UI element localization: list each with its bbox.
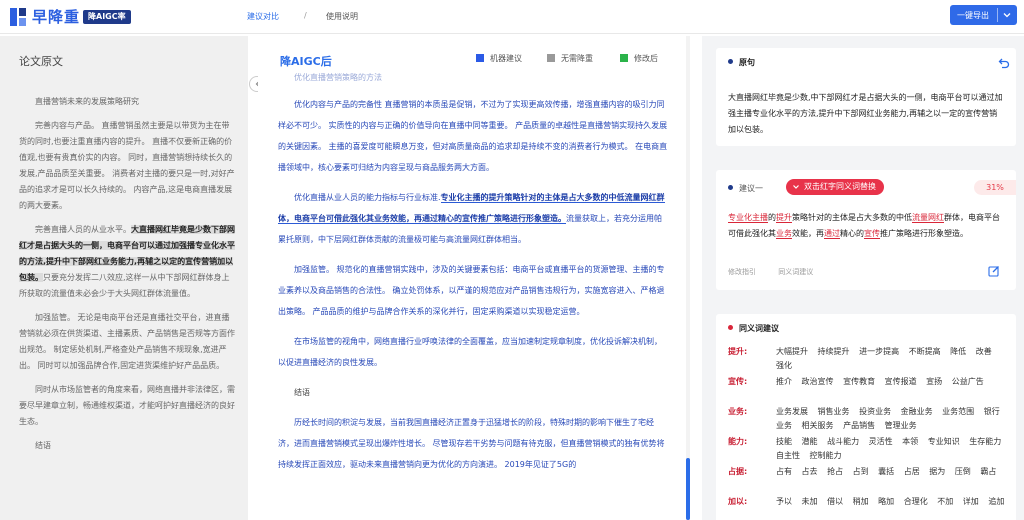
bullet-dot xyxy=(728,185,733,190)
rewritten-text: 优化直播营销策略的方法 优化内容与产品的完备性 直播营销的本质虽是促销，不过为了… xyxy=(278,72,668,484)
suggestion-text-segment: 效能，再 xyxy=(792,229,824,238)
rewritten-paragraph: 优化直播从业人员的能力指标与行业标准.专业化主播的提升策略针对的主体是占大多数的… xyxy=(278,187,668,250)
scrollbar-track[interactable] xyxy=(686,36,690,520)
rewritten-paragraph: 加强监管。 规范化的直播营销实践中，涉及的关键要素包括：电商平台或直播平台的货源… xyxy=(278,265,665,316)
replaceable-word[interactable]: 流量网红 xyxy=(912,213,944,223)
original-heading: 直播营销未来的发展策略研究 xyxy=(35,97,139,106)
synonym-options[interactable]: 推介 政治宣传 宣传教育 宣传报道 宣扬 公益广告 xyxy=(776,375,1006,389)
rewritten-paragraph: 优化直播营销策略的方法 xyxy=(294,73,382,82)
export-divider xyxy=(997,8,998,22)
legend-label: 机器建议 xyxy=(490,54,522,63)
edit-guide-link[interactable]: 修改指引 xyxy=(728,268,756,276)
rewritten-paragraph: 历经长时间的积淀与发展，当前我国直播经济正置身于迅猛增长的阶段，特殊时期的影响下… xyxy=(278,418,665,469)
original-text-segment: 完善直播人员的从业水平。 xyxy=(35,225,131,234)
synonym-card: 同义词建议 提升: 大幅提升 持续提升 进一步提高 不断提高 降低 改善 强化 … xyxy=(716,314,1016,520)
edit-icon[interactable] xyxy=(988,265,1000,277)
logo-icon xyxy=(10,8,26,26)
synonym-options[interactable]: 业务发展 销售业务 投资业务 金融业务 业务范围 银行业务 相关服务 产品销售 … xyxy=(776,405,1006,433)
legend-modified: 修改后 xyxy=(620,53,658,64)
nav-separator: / xyxy=(304,11,307,20)
original-paragraph: 同时从市场监管者的角度来看，网络直播并非法律区，需要尽早建章立制，畅通维权渠道，… xyxy=(19,385,235,426)
synonym-key: 加以: xyxy=(728,497,748,506)
original-panel: 论文原文 直播营销未来的发展策略研究 完善内容与产品。 直播营销虽然主要是以带货… xyxy=(0,36,248,520)
synonym-key: 提升: xyxy=(728,347,748,356)
synonym-hint-pill: 双击红字同义词替换 xyxy=(786,179,884,195)
synonym-key: 占据: xyxy=(728,467,748,476)
bullet-dot xyxy=(728,325,733,330)
nav-help[interactable]: 使用说明 xyxy=(326,11,358,22)
logo-badge: 降AIGC率 xyxy=(83,10,131,24)
synonym-title: 同义词建议 xyxy=(728,323,779,334)
scrollbar-thumb[interactable] xyxy=(686,458,690,520)
export-button[interactable]: 一键导出 xyxy=(950,5,1017,25)
legend-no-change: 无需降重 xyxy=(547,53,593,64)
replaceable-word[interactable]: 提升 xyxy=(776,213,792,223)
synonym-key: 业务: xyxy=(728,407,748,416)
original-paragraph: 完善直播人员的从业水平。大直播网红毕竟是少数下部网红才是占据大头的一侧，电商平台… xyxy=(19,222,237,302)
legend-swatch xyxy=(620,54,628,62)
rewritten-panel: 降AIGC后 机器建议 无需降重 修改后 优化直播营销策略的方法 优化内容与产品… xyxy=(258,36,694,520)
suggestion-text-segment: 精心的 xyxy=(840,229,864,238)
original-title: 论文原文 xyxy=(19,55,63,68)
rewritten-paragraph: 在市场监管的视角中，网络直播行业呼唤法律的全面覆盖，应当加速制定规章制度，优化投… xyxy=(278,337,662,367)
original-paragraph: 结语 xyxy=(35,441,51,450)
logo-text: 早降重 xyxy=(32,8,81,26)
rewritten-paragraph: 结语 xyxy=(294,388,310,397)
replaceable-word[interactable]: 业务 xyxy=(776,229,792,239)
suggestion-text: 专业化主播的提升策略针对的主体是占大多数的中低流量网红群体，电商平台可借此强化其… xyxy=(728,210,1004,242)
legend-label: 无需降重 xyxy=(561,54,593,63)
suggestion-text-segment: 推广策略进行形象塑造。 xyxy=(880,229,968,238)
original-paragraph: 完善内容与产品。 直播营销虽然主要是以带货为主在带货的同时,也要注重直播内容的提… xyxy=(19,121,235,210)
replaceable-word[interactable]: 专业化主播 xyxy=(728,213,768,223)
original-sentence-card: 原句 大直播网红毕竟是少数,中下部网红才是占据大头的一侧，电商平台可以通过加强主… xyxy=(716,48,1016,146)
replaceable-word[interactable]: 通过 xyxy=(824,229,840,239)
legend-swatch xyxy=(547,54,555,62)
suggestion-label: 建议一 xyxy=(728,183,763,194)
legend-label: 修改后 xyxy=(634,54,658,63)
synonym-options[interactable]: 占有 占去 抢占 占到 囊括 占居 据为 压倒 霸占 xyxy=(776,465,1006,479)
synonym-key: 宣传: xyxy=(728,377,748,386)
similarity-percentage: 31% xyxy=(974,180,1016,195)
synonym-options[interactable]: 大幅提升 持续提升 进一步提高 不断提高 降低 改善 强化 xyxy=(776,345,1006,373)
replaceable-word[interactable]: 宣传 xyxy=(864,229,880,239)
undo-icon[interactable] xyxy=(998,57,1010,69)
synonym-key: 能力: xyxy=(728,437,748,446)
original-text: 直播营销未来的发展策略研究 完善内容与产品。 直播营销虽然主要是以带货为主在带货… xyxy=(19,94,237,462)
suggestion-panel: 原句 大直播网红毕竟是少数,中下部网红才是占据大头的一侧，电商平台可以通过加强主… xyxy=(702,36,1024,520)
rewritten-title: 降AIGC后 xyxy=(280,55,332,68)
rewritten-paragraph: 优化内容与产品的完备性 直播营销的本质虽是促销，不过为了实现更高效传播，增强直播… xyxy=(278,100,668,172)
suggestion-card[interactable]: 建议一 双击红字同义词替换 31% 专业化主播的提升策略针对的主体是占大多数的中… xyxy=(716,170,1016,290)
synonym-options[interactable]: 技能 潜能 战斗能力 灵活性 本领 专业知识 生存能力 自主性 控制能力 xyxy=(776,435,1006,463)
original-sentence-title: 原句 xyxy=(728,57,755,68)
legend-machine: 机器建议 xyxy=(476,53,522,64)
app-header: 早降重 降AIGC率 建议对比 / 使用说明 一键导出 xyxy=(0,0,1024,34)
original-paragraph: 加强监管。 无论是电商平台还是直播社交平台，进直播营销就必须在供货渠道、主播素质… xyxy=(19,313,235,370)
nav-compare[interactable]: 建议对比 xyxy=(247,11,279,22)
bullet-dot xyxy=(728,59,733,64)
synonym-options[interactable]: 予以 未加 借以 稍加 略加 合理化 不加 详加 追加 xyxy=(776,495,1006,509)
legend-swatch xyxy=(476,54,484,62)
original-text-segment: 只要充分发挥二八效应,这样一从中下部网红群体身上所获取的流量值未必会少于大头网红… xyxy=(19,273,230,298)
suggestion-text-segment: 策略针对的主体是占大多数的中低 xyxy=(792,213,912,222)
rewritten-text-segment: 优化直播从业人员的能力指标与行业标准. xyxy=(294,193,441,202)
suggestion-text-segment: 的 xyxy=(768,213,776,222)
suggestion-actions: 修改指引 同义词建议 xyxy=(728,267,833,277)
chevron-down-icon[interactable] xyxy=(1002,10,1012,20)
synonym-suggest-link[interactable]: 同义词建议 xyxy=(778,268,813,276)
original-sentence-text: 大直播网红毕竟是少数,中下部网红才是占据大头的一侧，电商平台可以通过加强主播专业… xyxy=(728,93,1003,134)
export-label: 一键导出 xyxy=(957,11,989,20)
chevron-down-icon xyxy=(793,185,799,189)
